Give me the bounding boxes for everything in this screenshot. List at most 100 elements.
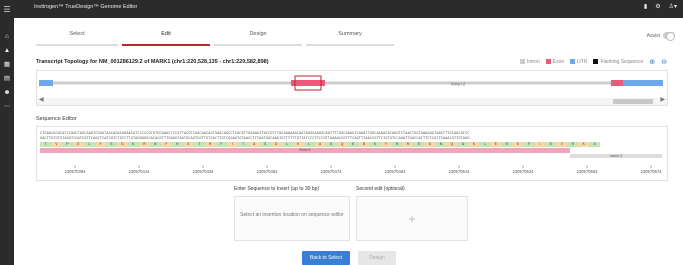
tab-edit-label: Edit xyxy=(161,31,171,37)
grid-icon[interactable]: ▦ xyxy=(0,58,14,72)
position-tick-label: 220570414 xyxy=(128,165,150,174)
chat-icon[interactable]: ▮ xyxy=(644,3,647,10)
amino-acid: S xyxy=(424,142,436,147)
position-tick-label: 220570554 xyxy=(576,165,598,174)
document-icon[interactable]: ▤ xyxy=(0,72,14,86)
insert-sequence-label: Enter Sequence to Insert (up to 30 bp) xyxy=(234,186,320,192)
amino-acid: N xyxy=(149,142,161,147)
settings-icon[interactable]: ⚙ xyxy=(655,3,660,10)
more-icon[interactable]: ⋯ xyxy=(0,100,14,114)
amino-acid: E xyxy=(545,142,557,147)
amino-acid: T xyxy=(237,142,249,147)
amino-acid: K xyxy=(578,142,590,147)
user-icon[interactable]: ♙▾ xyxy=(669,3,677,10)
amino-acid: S xyxy=(259,142,271,147)
tab-edit[interactable]: Edit xyxy=(122,18,210,46)
amino-acid: G xyxy=(116,142,128,147)
amino-acid: H xyxy=(171,142,183,147)
amino-acid: L xyxy=(83,142,95,147)
legend-exon-label: Exon xyxy=(552,59,565,65)
position-tick-label: 220570454 xyxy=(256,165,278,174)
amino-acid: K xyxy=(369,142,381,147)
amino-acid: K xyxy=(292,142,304,147)
tab-design[interactable]: Design xyxy=(214,18,302,46)
amino-acid: N xyxy=(435,142,447,147)
position-tick-label: 220570474 xyxy=(320,165,342,174)
transcript-heading: Transcript Topology for NM_001286129.2 o… xyxy=(36,59,269,65)
position-tick-label: 220570534 xyxy=(512,165,534,174)
insert-sequence-panel[interactable]: Select an insertion location on sequence… xyxy=(234,196,350,241)
amino-acid: S xyxy=(105,142,117,147)
zoom-out-icon[interactable]: ⊖ xyxy=(661,58,667,66)
flask-icon[interactable]: ▲ xyxy=(0,44,14,58)
legend-utr: UTR xyxy=(570,59,587,65)
amino-acid: I xyxy=(226,142,238,147)
utr-segment-right xyxy=(623,80,663,86)
legend-intron-label: Intron xyxy=(526,59,540,65)
app-title: Invitrogen™ TrueDesign™ Genome Editor xyxy=(34,4,138,10)
position-tick-label: 220570514 xyxy=(448,165,470,174)
position-ticks: 220570394 220570414 220570434 220570454 2205… xyxy=(37,165,667,179)
scroll-left-icon[interactable]: ◀ xyxy=(39,96,44,103)
track-scrollbar[interactable]: ◀ ▶ xyxy=(37,96,667,105)
scroll-right-icon[interactable]: ▶ xyxy=(660,96,665,103)
transcript-track[interactable]: Intron 2 ◀ ▶ xyxy=(36,70,668,106)
amino-acid: E xyxy=(413,142,425,147)
amino-acid: P xyxy=(61,142,73,147)
amino-acid: R xyxy=(501,142,513,147)
amino-acid: T xyxy=(193,142,205,147)
sequence-editor-label: Sequence Editor xyxy=(36,116,77,122)
second-edit-panel[interactable]: + xyxy=(356,196,468,241)
amino-acid: E xyxy=(72,142,84,147)
top-strand[interactable]: CTGAACACACATCCAGCTAGCAAGTCGAGTAGCAGACAGA… xyxy=(40,131,469,135)
amino-acid: A xyxy=(589,142,601,147)
tab-summary-label: Summary xyxy=(338,31,362,37)
amino-acid: V xyxy=(50,142,62,147)
amino-acid: D xyxy=(270,142,282,147)
legend-intron: Intron xyxy=(519,59,540,65)
second-edit-label: Second edit (optional) xyxy=(356,186,405,192)
position-tick-label: 220570574 xyxy=(640,165,662,174)
users-icon[interactable]: ☻ xyxy=(0,86,14,100)
hamburger-menu-icon[interactable]: ☰ xyxy=(0,0,14,18)
amino-acid: E xyxy=(127,142,139,147)
amino-acid: N xyxy=(358,142,370,147)
design-button[interactable]: Design xyxy=(358,251,396,265)
gene-map: Intron 2 xyxy=(39,75,663,91)
position-tick-label: 220570394 xyxy=(64,165,86,174)
home-icon[interactable]: ⌂ xyxy=(0,30,14,44)
amino-acid: Q xyxy=(446,142,458,147)
legend-flanking: Flanking Sequence xyxy=(593,59,643,65)
back-to-select-button[interactable]: Back to Select xyxy=(302,251,350,265)
exon-segment xyxy=(291,80,325,86)
amino-acid: R xyxy=(567,142,579,147)
scrollbar-thumb[interactable] xyxy=(613,99,653,104)
tab-select[interactable]: Select xyxy=(36,18,118,46)
toggle-switch[interactable] xyxy=(663,32,675,41)
amino-acid: S xyxy=(325,142,337,147)
intron-bar: Intron 3 xyxy=(570,154,662,158)
legend-utr-label: UTR xyxy=(577,59,588,65)
amino-acid: S xyxy=(182,142,194,147)
add-icon[interactable]: + xyxy=(408,212,415,226)
top-bar: ☰ Invitrogen™ TrueDesign™ Genome Editor … xyxy=(0,0,683,18)
sequence-editor[interactable]: CTGAACACACATCCAGCTAGCAAGTCGAGTAGCAGACAGA… xyxy=(36,126,668,181)
tab-summary[interactable]: Summary xyxy=(306,18,394,46)
amino-acid: R xyxy=(402,142,414,147)
tab-select-label: Select xyxy=(69,31,85,37)
amino-acid: A xyxy=(248,142,260,147)
amino-acid: F xyxy=(523,142,535,147)
assist-toggle[interactable]: Assist xyxy=(646,32,675,41)
bottom-strand[interactable]: GACTTGTGTGTAGGTCGATCGTTCAGCTCATCGTCTGTCT… xyxy=(40,136,469,140)
amino-acid: Y xyxy=(380,142,392,147)
zoom-in-icon[interactable]: ⊕ xyxy=(649,58,655,66)
amino-acid: T xyxy=(40,142,51,147)
workflow-tabs: Select Edit Design Summary xyxy=(36,18,636,46)
header-actions: ▮ ⚙ ♙▾ xyxy=(644,3,677,10)
amino-acid: E xyxy=(347,142,359,147)
amino-acid-track: TVPELYSGERNFHSTRFITASDLKLASQENKYRRESNQAK… xyxy=(40,142,601,147)
amino-acid: K xyxy=(468,142,480,147)
position-tick-label: 220570494 xyxy=(384,165,406,174)
assist-toggle-label: Assist xyxy=(646,32,660,39)
amino-acid: F xyxy=(160,142,172,147)
